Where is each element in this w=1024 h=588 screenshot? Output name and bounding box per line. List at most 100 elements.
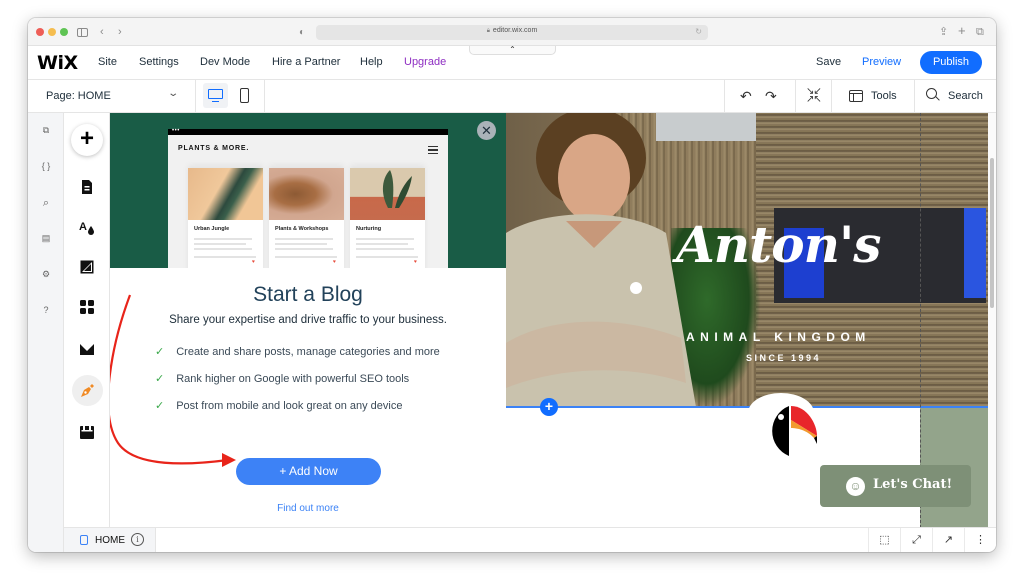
hero-subtitle[interactable]: ANIMAL KINGDOM — [686, 330, 871, 344]
feature-item: ✓ Rank higher on Google with powerful SEO… — [155, 373, 410, 385]
menu-upgrade[interactable]: Upgrade — [404, 56, 446, 68]
heart-icon: ♥ — [414, 259, 417, 265]
search-icon[interactable] — [926, 88, 937, 99]
business-icon[interactable] — [79, 424, 95, 440]
database-icon[interactable]: ▤ — [28, 233, 64, 244]
redo-icon[interactable]: ↷ — [765, 88, 777, 105]
maximize-window-button[interactable] — [60, 28, 68, 36]
menu-hire-a-partner[interactable]: Hire a Partner — [272, 56, 340, 68]
check-icon: ✓ — [155, 373, 165, 385]
undo-icon[interactable]: ↶ — [740, 88, 752, 105]
dev-sidebar: ⧉ { } ⌕ ▤ ⚙ ? — [28, 113, 64, 552]
chat-widget-button[interactable]: ☺ Let's Chat! — [820, 465, 971, 507]
save-button[interactable]: Save — [816, 56, 841, 68]
more-icon[interactable]: ⋮ — [964, 528, 996, 552]
panel-subtitle: Share your expertise and drive traffic t… — [169, 314, 447, 326]
editor-bottom-bar: HOME i ⬚ ⤢ ↗ ⋮ — [64, 527, 996, 552]
heart-icon: ♥ — [333, 259, 336, 265]
mock-post-card: Urban Jungle ♥ — [188, 168, 263, 268]
mobile-view-button[interactable] — [240, 88, 249, 103]
smiley-icon: ☺ — [846, 477, 865, 496]
browser-window: ‹ › ◐ 🔒︎ editor.wix.com ↻ ⇪ + ⧉ ⌃ WiX Sit… — [28, 18, 996, 552]
tools-button[interactable]: Tools — [871, 90, 897, 102]
tools-icon[interactable] — [849, 90, 863, 102]
page-tab-label: HOME — [95, 535, 125, 546]
media-icon[interactable] — [79, 341, 95, 357]
desktop-icon — [208, 89, 223, 99]
address-bar[interactable]: 🔒︎ editor.wix.com ↻ — [316, 25, 708, 40]
close-window-button[interactable] — [36, 28, 44, 36]
page-code-icon[interactable]: ⧉ — [28, 125, 64, 136]
browser-toolbar: ‹ › ◐ 🔒︎ editor.wix.com ↻ ⇪ + ⧉ — [28, 18, 996, 46]
svg-text:A: A — [79, 221, 87, 233]
chat-label: Let's Chat! — [873, 477, 953, 492]
wrench-icon[interactable]: ⚙ — [28, 269, 64, 280]
design-icon[interactable]: A — [79, 219, 95, 235]
new-tab-icon[interactable]: + — [958, 23, 966, 39]
expand-icon[interactable]: ⤢ — [900, 528, 932, 552]
hamburger-menu-icon — [428, 146, 438, 154]
sidebar-toggle-icon[interactable] — [77, 28, 88, 37]
scrollbar-thumb[interactable] — [990, 158, 994, 308]
mock-site-title: PLANTS & MORE. — [178, 145, 250, 152]
hero-image[interactable]: Anton's ANIMAL KINGDOM SINCE 1994 — [506, 113, 988, 407]
add-section-button[interactable]: + — [540, 398, 558, 416]
section-divider — [506, 406, 988, 408]
url-text: editor.wix.com — [492, 27, 538, 34]
site-canvas[interactable]: Anton's ANIMAL KINGDOM SINCE 1994 + ☺ Le… — [506, 113, 988, 528]
braces-icon[interactable]: { } — [28, 161, 64, 171]
hero-title[interactable]: Anton's — [676, 215, 881, 274]
add-now-button[interactable]: + Add Now — [236, 458, 381, 485]
blog-icon[interactable] — [79, 383, 95, 399]
background-icon[interactable] — [79, 259, 95, 275]
mock-post-card: Plants & Workshops ♥ — [269, 168, 344, 268]
page-selector[interactable]: Page: HOME — [46, 90, 111, 102]
apps-icon[interactable] — [79, 299, 95, 315]
blog-template-preview: ••• PLANTS & MORE. Urban Jungle ♥ Plants… — [168, 128, 448, 268]
check-icon: ✓ — [155, 400, 165, 412]
menu-settings[interactable]: Settings — [139, 56, 179, 68]
desktop-view-button[interactable] — [203, 83, 228, 108]
tab-overview-icon[interactable]: ⧉ — [976, 24, 984, 40]
pages-icon[interactable] — [79, 179, 95, 195]
forward-icon[interactable]: › — [118, 24, 122, 40]
check-icon: ✓ — [155, 346, 165, 358]
chevron-down-icon[interactable]: ⌄ — [167, 88, 179, 99]
panel-title: Start a Blog — [253, 283, 363, 306]
info-icon[interactable]: i — [131, 533, 144, 546]
wix-logo[interactable]: WiX — [37, 52, 78, 74]
preview-button[interactable]: Preview — [862, 56, 901, 68]
feature-item: ✓ Post from mobile and look great on any … — [155, 400, 403, 412]
mock-post-card: Nurturing ♥ — [350, 168, 425, 268]
add-elements-button[interactable]: + — [71, 124, 103, 156]
toucan-logo[interactable] — [762, 406, 818, 456]
canvas-scrollbar[interactable] — [988, 113, 996, 528]
privacy-shield-icon[interactable]: ◐ — [299, 25, 305, 41]
menu-site[interactable]: Site — [98, 56, 117, 68]
reload-icon[interactable]: ↻ — [695, 27, 702, 36]
open-external-icon[interactable]: ↗ — [932, 528, 964, 552]
search-icon[interactable]: ⌕ — [28, 197, 64, 210]
publish-button[interactable]: Publish — [920, 51, 982, 74]
menu-help[interactable]: Help — [360, 56, 383, 68]
find-out-more-link[interactable]: Find out more — [110, 503, 506, 514]
zoom-out-icon[interactable]: ↘↙ ↗↖ — [806, 87, 822, 105]
collapse-toolbar-button[interactable]: ⌃ — [469, 46, 556, 55]
help-icon[interactable]: ? — [28, 305, 64, 315]
feature-item: ✓ Create and share posts, manage categori… — [155, 346, 440, 358]
chevron-up-icon: ⌃ — [509, 45, 516, 54]
page-icon — [80, 535, 88, 545]
page-tab-home[interactable]: HOME i — [64, 528, 156, 552]
blog-preview-hero: ••• PLANTS & MORE. Urban Jungle ♥ Plants… — [110, 113, 506, 268]
share-icon[interactable]: ⇪ — [939, 24, 948, 40]
minimize-window-button[interactable] — [48, 28, 56, 36]
close-panel-button[interactable]: ✕ — [477, 121, 496, 140]
back-icon[interactable]: ‹ — [100, 24, 104, 40]
editor-toolbar: Page: HOME ⌄ ↶ ↷ ↘↙ ↗↖ Tools Search — [28, 80, 996, 113]
add-panel-sidebar: + A — [64, 113, 110, 528]
select-icon[interactable]: ⬚ — [868, 528, 900, 552]
hero-since[interactable]: SINCE 1994 — [746, 353, 821, 363]
lock-icon: 🔒︎ — [486, 28, 490, 34]
menu-dev-mode[interactable]: Dev Mode — [200, 56, 250, 68]
search-button[interactable]: Search — [948, 90, 983, 102]
